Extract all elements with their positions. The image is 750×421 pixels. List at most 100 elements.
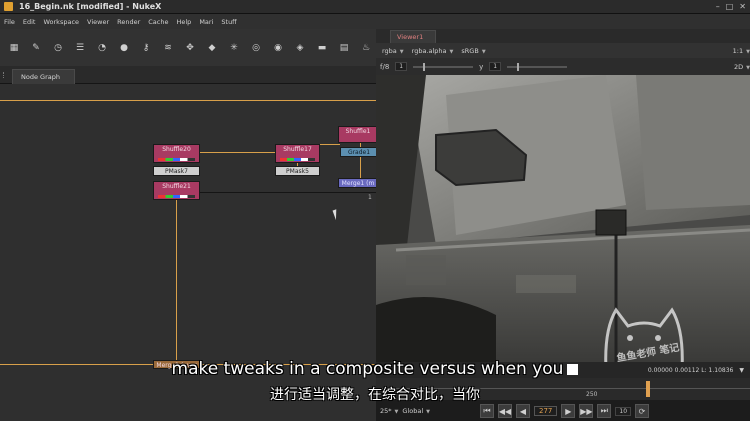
- transform-icon[interactable]: ✥: [182, 40, 198, 56]
- maximize-button[interactable]: □: [726, 2, 734, 12]
- next-keyframe-icon[interactable]: ▶▶: [579, 404, 594, 418]
- node-label: PMask7: [165, 168, 188, 175]
- menu-render[interactable]: Render: [113, 18, 144, 26]
- merge-icon[interactable]: ≋: [160, 40, 176, 56]
- menu-mari[interactable]: Mari: [195, 18, 217, 26]
- channel-strip: [158, 158, 195, 161]
- gamma-field[interactable]: 1: [489, 62, 502, 71]
- other-icon[interactable]: ▤: [336, 40, 352, 56]
- chevron-down-icon: ▼: [746, 48, 750, 55]
- channel-strip: [280, 158, 315, 161]
- window-controls: – □ ✕: [716, 2, 746, 12]
- metadata-icon[interactable]: ◈: [292, 40, 308, 56]
- particles-icon[interactable]: ✳: [226, 40, 242, 56]
- window-title: 16_Begin.nk [modified] - NukeX: [19, 2, 162, 11]
- node-shuffle21[interactable]: Shuffle21: [153, 181, 200, 200]
- chevron-down-icon: ▼: [426, 408, 430, 415]
- menu-file[interactable]: File: [0, 18, 19, 26]
- step-field[interactable]: 10: [615, 406, 632, 416]
- top-connection-line: [0, 100, 376, 101]
- tab-node-graph[interactable]: Node Graph: [12, 69, 75, 84]
- minimize-button[interactable]: –: [716, 2, 720, 12]
- gamma-slider[interactable]: [507, 62, 568, 71]
- chevron-down-icon: ▼: [746, 64, 750, 71]
- node-shuffle20[interactable]: Shuffle20: [153, 144, 200, 163]
- gamma-y-label: y: [479, 62, 484, 71]
- play-forward-icon[interactable]: ▶: [561, 404, 576, 418]
- menu-cache[interactable]: Cache: [144, 18, 172, 26]
- transport-controls: ⏮ ◀◀ ◀ 277 ▶ ▶▶ ⏭ 10 ⟳: [480, 404, 650, 418]
- viewer-image[interactable]: [376, 75, 750, 362]
- viewer-controls-row1: rgba ▼ rgba.alpha ▼ sRGB ▼ 1:1 ▼: [376, 43, 750, 58]
- node-shuffle1[interactable]: Shuffle1: [338, 126, 376, 143]
- node-pmask5[interactable]: PMask5: [275, 166, 320, 176]
- views-icon[interactable]: ◉: [270, 40, 286, 56]
- tab-viewer1[interactable]: Viewer1: [390, 30, 437, 43]
- color-icon[interactable]: ◔: [94, 40, 110, 56]
- node-label: Shuffle17: [283, 146, 312, 153]
- image-icon[interactable]: ▦: [6, 40, 22, 56]
- view-mode-value: 2D: [734, 62, 744, 71]
- view-mode-dropdown[interactable]: 2D ▼: [734, 63, 750, 71]
- channel-icon[interactable]: ☰: [72, 40, 88, 56]
- tab-grip-icon[interactable]: [3, 72, 7, 78]
- channels-dropdown[interactable]: rgba ▼: [382, 47, 404, 55]
- title-bar: 16_Begin.nk [modified] - NukeX – □ ✕: [0, 0, 750, 14]
- menu-edit[interactable]: Edit: [19, 18, 40, 26]
- prev-keyframe-icon[interactable]: ◀◀: [498, 404, 512, 418]
- gain-field[interactable]: 1: [395, 62, 408, 71]
- first-frame-icon[interactable]: ⏮: [480, 404, 494, 418]
- pipe-right-down: [360, 139, 361, 179]
- last-frame-icon[interactable]: ⏭: [597, 404, 612, 418]
- play-backward-icon[interactable]: ◀: [516, 404, 530, 418]
- pipe-shuffle17-to-shuffle20: [200, 152, 275, 153]
- loop-icon[interactable]: ⟳: [635, 404, 650, 418]
- node-graph-tabbar: Node Graph: [0, 66, 376, 84]
- furnace-icon[interactable]: ♨: [358, 40, 374, 56]
- deep-icon[interactable]: ◎: [248, 40, 264, 56]
- menu-viewer[interactable]: Viewer: [83, 18, 113, 26]
- chevron-down-icon: ▼: [399, 48, 404, 55]
- alpha-dropdown[interactable]: rgba.alpha ▼: [412, 47, 454, 55]
- viewer-controls-row2: f/8 1 y 1 2D ▼: [376, 58, 750, 75]
- nuke-app-icon: [4, 2, 13, 11]
- 3d-icon[interactable]: ◆: [204, 40, 220, 56]
- fstop-label: f/8: [380, 62, 390, 71]
- node-pmask7[interactable]: PMask7: [153, 166, 200, 176]
- current-frame-field[interactable]: 277: [534, 406, 558, 416]
- node-shuffle17[interactable]: Shuffle17: [275, 144, 320, 163]
- keyer-icon[interactable]: ⚷: [138, 40, 154, 56]
- range-dropdown[interactable]: Global ▼: [402, 407, 430, 415]
- colorspace-dropdown[interactable]: sRGB ▼: [461, 47, 485, 55]
- filter-icon[interactable]: ●: [116, 40, 132, 56]
- range-value: Global: [402, 406, 424, 415]
- subtitle-english: make tweaks in a composite versus when y…: [0, 359, 750, 379]
- colorspace-value: sRGB: [461, 46, 479, 55]
- menu-workspace[interactable]: Workspace: [39, 18, 83, 26]
- alpha-value: rgba.alpha: [411, 46, 447, 55]
- pipe-shuffle1-to-shuffle17: [320, 144, 340, 145]
- chevron-down-icon: ▼: [394, 408, 399, 415]
- node-label: Grade1: [347, 149, 371, 156]
- toolsets-icon[interactable]: ▬: [314, 40, 330, 56]
- fps-dropdown[interactable]: 25* ▼: [380, 407, 398, 415]
- subtitle-chinese: 进行适当调整，在综合对比，当你: [270, 387, 480, 403]
- gain-slider[interactable]: [413, 62, 474, 71]
- node-label: Shuffle20: [162, 146, 191, 153]
- draw-icon[interactable]: ✎: [28, 40, 44, 56]
- node-merge[interactable]: Merge1 (m: [338, 178, 376, 188]
- subtitle-box-glyph: [567, 363, 579, 375]
- menu-stuff[interactable]: Stuff: [217, 18, 240, 26]
- zoom-dropdown[interactable]: 1:1 ▼: [733, 47, 750, 55]
- fps-value: 25*: [380, 406, 392, 415]
- time-icon[interactable]: ◷: [50, 40, 66, 56]
- close-button[interactable]: ✕: [739, 2, 746, 12]
- mouse-cursor-icon: [332, 207, 344, 221]
- node-toolbar: ▦ ✎ ◷ ☰ ◔ ● ⚷ ≋ ✥ ◆ ✳ ◎ ◉ ◈ ▬ ▤ ♨: [0, 29, 376, 66]
- car-door-image: [376, 75, 750, 362]
- menu-help[interactable]: Help: [172, 18, 195, 26]
- zoom-value: 1:1: [732, 46, 744, 55]
- node-label: Merge1 (m: [341, 180, 375, 187]
- subtitle-english-text: make tweaks in a composite versus when y…: [171, 359, 564, 379]
- node-grade1[interactable]: Grade1: [340, 147, 376, 157]
